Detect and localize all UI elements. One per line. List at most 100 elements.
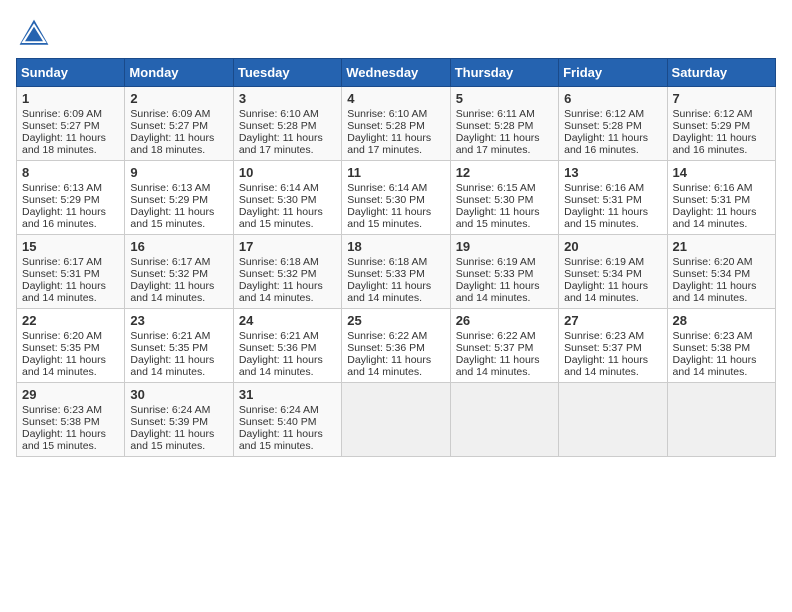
day-number: 23 (130, 313, 227, 328)
logo-icon (16, 16, 52, 52)
day-number: 3 (239, 91, 336, 106)
sunrise: Sunrise: 6:13 AM (130, 182, 210, 194)
sunset: Sunset: 5:28 PM (347, 120, 425, 132)
sunset: Sunset: 5:39 PM (130, 416, 208, 428)
day-number: 2 (130, 91, 227, 106)
col-header-sunday: Sunday (17, 59, 125, 87)
day-cell: 17 Sunrise: 6:18 AMSunset: 5:32 PMDayligh… (233, 235, 341, 309)
day-cell (559, 383, 667, 457)
day-cell: 6Sunrise: 6:12 AMSunset: 5:28 PMDaylight… (559, 87, 667, 161)
sunset: Sunset: 5:28 PM (456, 120, 534, 132)
sunset: Sunset: 5:30 PM (239, 194, 317, 206)
sunset: Sunset: 5:29 PM (673, 120, 751, 132)
sunset: Sunset: 5:36 PM (239, 342, 317, 354)
day-number: 19 (456, 239, 553, 254)
daylight: Daylight: 11 hours and 15 minutes. (564, 206, 648, 230)
sunrise: Sunrise: 6:19 AM (564, 256, 644, 268)
sunset: Sunset: 5:37 PM (564, 342, 642, 354)
day-number: 25 (347, 313, 444, 328)
sunrise: Sunrise: 6:19 AM (456, 256, 536, 268)
day-cell: 15Sunrise: 6:17 AMSunset: 5:31 PMDayligh… (17, 235, 125, 309)
day-cell: 9Sunrise: 6:13 AMSunset: 5:29 PMDaylight… (125, 161, 233, 235)
sunrise: Sunrise: 6:23 AM (564, 330, 644, 342)
sunrise: Sunrise: 6:20 AM (673, 256, 753, 268)
sunrise: Sunrise: 6:18 AM (239, 256, 319, 268)
sunset: Sunset: 5:29 PM (130, 194, 208, 206)
calendar-table: SundayMondayTuesdayWednesdayThursdayFrid… (16, 58, 776, 457)
daylight: Daylight: 11 hours and 16 minutes. (22, 206, 106, 230)
col-header-saturday: Saturday (667, 59, 775, 87)
day-number: 12 (456, 165, 553, 180)
daylight: Daylight: 11 hours and 14 minutes. (673, 206, 757, 230)
daylight: Daylight: 11 hours and 14 minutes. (130, 280, 214, 304)
day-number: 16 (130, 239, 227, 254)
day-cell: 28Sunrise: 6:23 AMSunset: 5:38 PMDayligh… (667, 309, 775, 383)
day-cell: 2Sunrise: 6:09 AMSunset: 5:27 PMDaylight… (125, 87, 233, 161)
day-number: 10 (239, 165, 336, 180)
day-number: 24 (239, 313, 336, 328)
day-number: 28 (673, 313, 770, 328)
logo (16, 16, 56, 52)
day-number: 13 (564, 165, 661, 180)
day-cell: 19Sunrise: 6:19 AMSunset: 5:33 PMDayligh… (450, 235, 558, 309)
day-number: 26 (456, 313, 553, 328)
sunrise: Sunrise: 6:16 AM (564, 182, 644, 194)
day-cell: 1Sunrise: 6:09 AMSunset: 5:27 PMDaylight… (17, 87, 125, 161)
sunset: Sunset: 5:28 PM (239, 120, 317, 132)
daylight: Daylight: 11 hours and 14 minutes. (564, 354, 648, 378)
daylight: Daylight: 11 hours and 14 minutes. (673, 354, 757, 378)
day-number: 15 (22, 239, 119, 254)
sunrise: Sunrise: 6:14 AM (347, 182, 427, 194)
day-cell: 27Sunrise: 6:23 AMSunset: 5:37 PMDayligh… (559, 309, 667, 383)
day-cell: 20Sunrise: 6:19 AMSunset: 5:34 PMDayligh… (559, 235, 667, 309)
daylight: Daylight: 11 hours and 16 minutes. (564, 132, 648, 156)
daylight: Daylight: 11 hours and 14 minutes. (456, 280, 540, 304)
day-cell: 24Sunrise: 6:21 AMSunset: 5:36 PMDayligh… (233, 309, 341, 383)
sunrise: Sunrise: 6:10 AM (239, 108, 319, 120)
daylight: Daylight: 11 hours and 17 minutes. (347, 132, 431, 156)
sunrise: Sunrise: 6:17 AM (22, 256, 102, 268)
week-row-5: 29Sunrise: 6:23 AMSunset: 5:38 PMDayligh… (17, 383, 776, 457)
day-number: 20 (564, 239, 661, 254)
sunrise: Sunrise: 6:12 AM (673, 108, 753, 120)
day-number: 14 (673, 165, 770, 180)
daylight: Daylight: 11 hours and 14 minutes. (239, 280, 323, 304)
sunset: Sunset: 5:40 PM (239, 416, 317, 428)
day-number: 17 (239, 239, 336, 254)
sunrise: Sunrise: 6:13 AM (22, 182, 102, 194)
sunrise: Sunrise: 6:10 AM (347, 108, 427, 120)
sunset: Sunset: 5:34 PM (564, 268, 642, 280)
sunrise: Sunrise: 6:24 AM (130, 404, 210, 416)
day-cell: 13 Sunrise: 6:16 AMSunset: 5:31 PMDayligh… (559, 161, 667, 235)
sunset: Sunset: 5:31 PM (673, 194, 751, 206)
day-cell (342, 383, 450, 457)
sunset: Sunset: 5:37 PM (456, 342, 534, 354)
col-header-thursday: Thursday (450, 59, 558, 87)
sunrise: Sunrise: 6:20 AM (22, 330, 102, 342)
sunrise: Sunrise: 6:09 AM (130, 108, 210, 120)
sunset: Sunset: 5:28 PM (564, 120, 642, 132)
week-row-3: 15 Sunrise: 6:17 AMSunset: 5:31 PM Dayligh… (17, 235, 776, 309)
daylight: Daylight: 11 hours and 15 minutes. (239, 428, 323, 452)
sunset: Sunset: 5:31 PM (564, 194, 642, 206)
day-cell: 31Sunrise: 6:24 AMSunset: 5:40 PMDayligh… (233, 383, 341, 457)
day-cell: 7Sunrise: 6:12 AMSunset: 5:29 PMDaylight… (667, 87, 775, 161)
day-number: 22 (22, 313, 119, 328)
daylight: Daylight: 11 hours and 14 minutes. (22, 354, 106, 378)
sunrise: Sunrise: 6:22 AM (347, 330, 427, 342)
day-number: 4 (347, 91, 444, 106)
day-cell: 3Sunrise: 6:10 AMSunset: 5:28 PMDaylight… (233, 87, 341, 161)
sunrise: Sunrise: 6:22 AM (456, 330, 536, 342)
sunset: Sunset: 5:31 PM (22, 268, 100, 280)
sunrise: Sunrise: 6:11 AM (456, 108, 535, 120)
day-cell: 14Sunrise: 6:16 AMSunset: 5:31 PMDayligh… (667, 161, 775, 235)
sunset: Sunset: 5:38 PM (673, 342, 751, 354)
daylight: Daylight: 11 hours and 14 minutes. (347, 354, 431, 378)
daylight: Daylight: 11 hours and 15 minutes. (130, 206, 214, 230)
day-cell: 10Sunrise: 6:14 AMSunset: 5:30 PMDayligh… (233, 161, 341, 235)
week-row-1: 1Sunrise: 6:09 AMSunset: 5:27 PMDaylight… (17, 87, 776, 161)
sunset: Sunset: 5:32 PM (239, 268, 317, 280)
sunrise: Sunrise: 6:14 AM (239, 182, 319, 194)
col-header-friday: Friday (559, 59, 667, 87)
day-cell: 4 Sunrise: 6:10 AMSunset: 5:28 PMDaylight… (342, 87, 450, 161)
